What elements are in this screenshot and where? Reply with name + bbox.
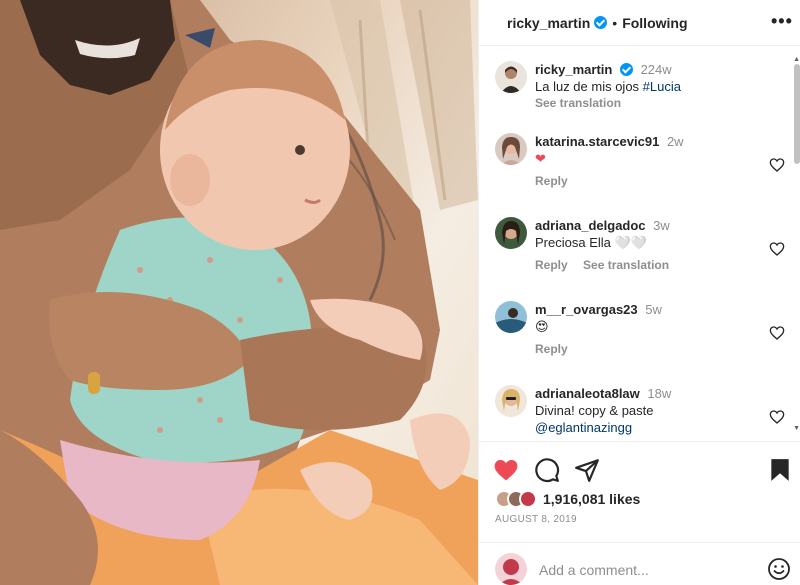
post-header: ricky_martin • Following •••: [479, 0, 800, 46]
caption-text: La luz de mis ojos: [535, 79, 643, 94]
scrollbar-thumb[interactable]: [794, 64, 800, 164]
see-translation-button[interactable]: See translation: [583, 258, 669, 272]
caption-avatar[interactable]: [495, 61, 527, 93]
separator-dot: •: [612, 14, 618, 31]
comment-avatar[interactable]: [495, 301, 527, 333]
comments-list[interactable]: ricky_martin 224w La luz de mis ojos #Lu…: [479, 47, 800, 440]
caption-time[interactable]: 224w: [641, 62, 672, 77]
save-bookmark-icon[interactable]: [767, 457, 793, 483]
comment-item: m__r_ovargas23 5w 😍 Reply: [495, 301, 785, 371]
comment-text: 😍: [535, 319, 549, 334]
post-actions: 1,916,081 likes AUGUST 8, 2019: [479, 441, 800, 585]
like-comment-heart-icon[interactable]: [769, 409, 785, 425]
share-send-icon[interactable]: [574, 457, 600, 483]
following-button[interactable]: Following: [622, 15, 687, 31]
comment-time[interactable]: 3w: [653, 218, 670, 233]
comment-username[interactable]: adrianaleota8law: [535, 386, 640, 401]
caption-username[interactable]: ricky_martin: [535, 62, 612, 77]
scroll-down-arrow-icon[interactable]: ▼: [793, 425, 800, 432]
verified-badge-icon: [619, 63, 633, 76]
scroll-up-arrow-icon[interactable]: ▲: [793, 56, 800, 63]
reply-button[interactable]: Reply: [535, 174, 568, 188]
comment-actions: Reply See translation: [535, 257, 765, 274]
caption-see-translation[interactable]: See translation: [535, 95, 765, 112]
post-photo[interactable]: [0, 0, 478, 585]
more-horizontal-icon[interactable]: •••: [771, 12, 795, 33]
comment-actions: Reply: [535, 341, 765, 358]
like-heart-icon[interactable]: [493, 457, 519, 483]
like-comment-heart-icon[interactable]: [769, 157, 785, 173]
comment-item: adrianaleota8law 18w Divina! copy & past…: [495, 385, 785, 440]
comment-avatar[interactable]: [495, 385, 527, 417]
likes-summary[interactable]: 1,916,081 likes: [495, 489, 640, 509]
header-username[interactable]: ricky_martin: [507, 15, 590, 31]
likes-count[interactable]: 1,916,081 likes: [543, 491, 640, 507]
emoji-picker-icon[interactable]: [767, 557, 791, 581]
comment-text: Divina! copy & paste: [535, 403, 654, 418]
reply-button[interactable]: Reply: [535, 258, 568, 272]
like-comment-heart-icon[interactable]: [769, 241, 785, 257]
post-side-panel: ricky_martin • Following ••• ricky_marti…: [478, 0, 800, 585]
caption-hashtag[interactable]: #Lucia: [643, 79, 681, 94]
comment-actions: Reply: [535, 173, 765, 190]
comment-time[interactable]: 5w: [645, 302, 662, 317]
post-caption: ricky_martin 224w La luz de mis ojos #Lu…: [495, 61, 785, 121]
comment-text: ❤: [535, 151, 546, 166]
comment-time[interactable]: 2w: [667, 134, 684, 149]
comment-username[interactable]: adriana_delgadoc: [535, 218, 646, 233]
comment-item: katarina.starcevic91 2w ❤ Reply: [495, 133, 785, 203]
comment-bubble-icon[interactable]: [534, 457, 560, 483]
comments-scrollbar[interactable]: ▲ ▼: [793, 56, 800, 440]
liker-avatar: [519, 490, 537, 508]
comment-username[interactable]: m__r_ovargas23: [535, 302, 638, 317]
comment-text: Preciosa Ella 🤍🤍: [535, 235, 647, 250]
current-user-avatar: [495, 553, 527, 585]
add-comment-input[interactable]: [539, 555, 759, 585]
post-photo-illustration: [0, 0, 478, 585]
post-date[interactable]: AUGUST 8, 2019: [495, 514, 577, 525]
add-comment-row: [479, 542, 800, 585]
comment-avatar[interactable]: [495, 133, 527, 165]
like-comment-heart-icon[interactable]: [769, 325, 785, 341]
comment-item: adriana_delgadoc 3w Preciosa Ella 🤍🤍 Rep…: [495, 217, 785, 287]
comment-username[interactable]: katarina.starcevic91: [535, 134, 659, 149]
verified-badge-icon: [594, 16, 608, 29]
comment-mention[interactable]: @eglantinazingg: [535, 420, 632, 435]
comment-avatar[interactable]: [495, 217, 527, 249]
comment-time[interactable]: 18w: [647, 386, 671, 401]
reply-button[interactable]: Reply: [535, 342, 568, 356]
